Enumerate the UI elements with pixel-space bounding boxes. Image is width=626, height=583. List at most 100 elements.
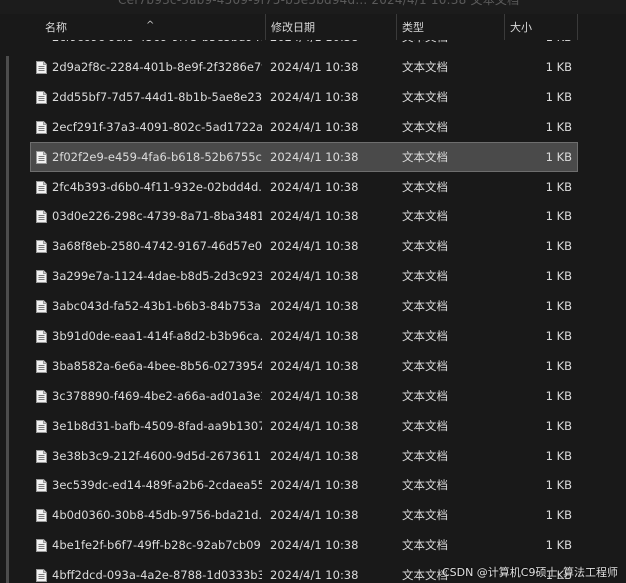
file-list: 2cf9c69c-9af5-4569-9f75-b5e5bd94d...2024…	[30, 28, 578, 583]
text-document-icon	[36, 240, 48, 254]
file-type: 文本文档	[402, 388, 448, 403]
file-row[interactable]: 3e38b3c9-212f-4600-9d5d-2673611... 2024/4…	[30, 441, 578, 471]
file-type: 文本文档	[402, 149, 448, 164]
file-size: 1 KB	[545, 388, 572, 403]
file-date-modified: 2024/4/1 10:38	[270, 239, 359, 254]
navigation-pane-scrollbar[interactable]	[6, 56, 9, 583]
file-type: 文本文档	[402, 418, 448, 433]
file-row[interactable]: 2d9a2f8c-2284-401b-8e9f-2f3286e7f... 2024…	[30, 52, 578, 82]
file-size: 1 KB	[545, 418, 572, 433]
text-document-icon	[36, 389, 48, 403]
file-date-modified: 2024/4/1 10:38	[270, 149, 359, 164]
file-row[interactable]: 3b91d0de-eaa1-414f-a8d2-b3b96ca... 2024/4…	[30, 321, 578, 351]
file-row[interactable]: 4be1fe2f-b6f7-49ff-b28c-92ab7cb09... 2024…	[30, 530, 578, 560]
scrolled-previous-row: Cef7b93c-3ab9-4509-9f75-b5e5bd94d... 202…	[0, 0, 626, 14]
file-name: 3ba8582a-6e6a-4bee-8b56-0273954...	[52, 358, 262, 373]
file-date-modified: 2024/4/1 10:38	[270, 538, 359, 553]
file-size: 1 KB	[545, 508, 572, 523]
file-row[interactable]: 4b0d0360-30b8-45db-9756-bda21d... 2024/4/…	[30, 500, 578, 530]
column-header-type[interactable]: 类型	[397, 14, 505, 40]
column-header-bar: ^ 名称 修改日期 类型 大小	[30, 14, 578, 40]
file-name: 3e38b3c9-212f-4600-9d5d-2673611...	[52, 448, 262, 463]
text-document-icon	[36, 539, 48, 553]
file-row[interactable]: 3a68f8eb-2580-4742-9167-46d57e0... 2024/4…	[30, 231, 578, 261]
file-name: 3abc043d-fa52-43b1-b6b3-84b753a...	[52, 299, 262, 314]
text-document-icon	[36, 120, 48, 134]
file-type: 文本文档	[402, 508, 448, 523]
file-date-modified: 2024/4/1 10:38	[270, 418, 359, 433]
text-document-icon	[36, 300, 48, 314]
text-document-icon	[36, 90, 48, 104]
file-date-modified: 2024/4/1 10:38	[270, 568, 359, 583]
watermark-text: CSDN @计算机C9硕士_算法工程师	[441, 566, 618, 579]
file-name: 3e1b8d31-bafb-4509-8fad-aa9b1307...	[52, 418, 262, 433]
file-size: 1 KB	[545, 329, 572, 344]
text-document-icon	[36, 449, 48, 463]
file-type: 文本文档	[402, 329, 448, 344]
file-name: 3ec539dc-ed14-489f-a2b6-2cdaea55...	[52, 478, 262, 493]
column-header-size[interactable]: 大小	[505, 14, 578, 40]
file-size: 1 KB	[545, 149, 572, 164]
text-document-icon	[36, 270, 48, 284]
file-date-modified: 2024/4/1 10:38	[270, 299, 359, 314]
file-size: 1 KB	[545, 119, 572, 134]
file-name: 4bff2dcd-093a-4a2e-8788-1d0333b3...	[52, 568, 262, 583]
column-header-name-label: 名称	[45, 21, 67, 34]
file-size: 1 KB	[545, 448, 572, 463]
file-type: 文本文档	[402, 119, 448, 134]
column-header-size-label: 大小	[510, 21, 532, 34]
file-row[interactable]: 3ba8582a-6e6a-4bee-8b56-0273954... 2024/4…	[30, 351, 578, 381]
column-header-date-modified[interactable]: 修改日期	[266, 14, 397, 40]
file-row[interactable]: 3a299e7a-1124-4dae-b8d5-2d3c923... 2024/4…	[30, 261, 578, 291]
file-size: 1 KB	[545, 299, 572, 314]
file-name: 2f02f2e9-e459-4fa6-b618-52b6755c...	[52, 149, 262, 164]
file-row[interactable]: 3c378890-f469-4be2-a66a-ad01a3e1... 2024/…	[30, 381, 578, 411]
file-size: 1 KB	[545, 538, 572, 553]
file-row[interactable]: 3e1b8d31-bafb-4509-8fad-aa9b1307... 2024/…	[30, 411, 578, 441]
text-document-icon	[36, 180, 48, 194]
file-row[interactable]: 2f02f2e9-e459-4fa6-b618-52b6755c... 2024/…	[30, 141, 578, 172]
file-row[interactable]: 2dd55bf7-7d57-44d1-8b1b-5ae8e23... 2024/4…	[30, 82, 578, 112]
file-date-modified: 2024/4/1 10:38	[270, 329, 359, 344]
file-name: 3a299e7a-1124-4dae-b8d5-2d3c923...	[52, 269, 262, 284]
file-date-modified: 2024/4/1 10:38	[270, 508, 359, 523]
file-size: 1 KB	[545, 60, 572, 74]
file-name: 3c378890-f469-4be2-a66a-ad01a3e1...	[52, 388, 262, 403]
text-document-icon	[36, 210, 48, 224]
file-row[interactable]: 3ec539dc-ed14-489f-a2b6-2cdaea55... 2024/…	[30, 470, 578, 500]
file-row[interactable]: 2fc4b393-d6b0-4f11-932e-02bdd4d... 2024/4…	[30, 172, 578, 202]
file-date-modified: 2024/4/1 10:38	[270, 89, 359, 104]
file-size: 1 KB	[545, 239, 572, 254]
file-date-modified: 2024/4/1 10:38	[270, 119, 359, 134]
file-type: 文本文档	[402, 538, 448, 553]
file-name: 4b0d0360-30b8-45db-9756-bda21d...	[52, 508, 262, 523]
ghost-row-text: Cef7b93c-3ab9-4509-9f75-b5e5bd94d... 202…	[118, 0, 520, 7]
text-document-icon	[36, 419, 48, 433]
file-name: 2fc4b393-d6b0-4f11-932e-02bdd4d...	[52, 179, 262, 194]
text-document-icon	[36, 359, 48, 373]
file-explorer-window: Cef7b93c-3ab9-4509-9f75-b5e5bd94d... 202…	[0, 0, 626, 583]
file-size: 1 KB	[545, 358, 572, 373]
file-type: 文本文档	[402, 299, 448, 314]
text-document-icon	[36, 61, 48, 74]
file-date-modified: 2024/4/1 10:38	[270, 358, 359, 373]
file-date-modified: 2024/4/1 10:38	[270, 209, 359, 224]
column-header-name[interactable]: ^ 名称	[30, 14, 266, 40]
file-row[interactable]: 2ecf291f-37a3-4091-802c-5ad1722a... 2024/…	[30, 112, 578, 142]
file-date-modified: 2024/4/1 10:38	[270, 448, 359, 463]
file-date-modified: 2024/4/1 10:38	[270, 269, 359, 284]
file-row[interactable]: 3abc043d-fa52-43b1-b6b3-84b753a... 2024/4…	[30, 291, 578, 321]
file-name: 2dd55bf7-7d57-44d1-8b1b-5ae8e23...	[52, 89, 262, 104]
file-name: 03d0e226-298c-4739-8a71-8ba3481...	[52, 209, 262, 224]
file-size: 1 KB	[545, 478, 572, 493]
text-document-icon	[36, 509, 48, 523]
file-date-modified: 2024/4/1 10:38	[270, 179, 359, 194]
file-row[interactable]: 03d0e226-298c-4739-8a71-8ba3481... 2024/4…	[30, 201, 578, 231]
file-type: 文本文档	[402, 209, 448, 224]
file-type: 文本文档	[402, 448, 448, 463]
file-name: 2d9a2f8c-2284-401b-8e9f-2f3286e7f...	[52, 60, 262, 74]
sort-ascending-icon: ^	[146, 20, 155, 31]
file-name: 2ecf291f-37a3-4091-802c-5ad1722a...	[52, 119, 262, 134]
file-size: 1 KB	[545, 269, 572, 284]
file-name: 3b91d0de-eaa1-414f-a8d2-b3b96ca...	[52, 329, 262, 344]
